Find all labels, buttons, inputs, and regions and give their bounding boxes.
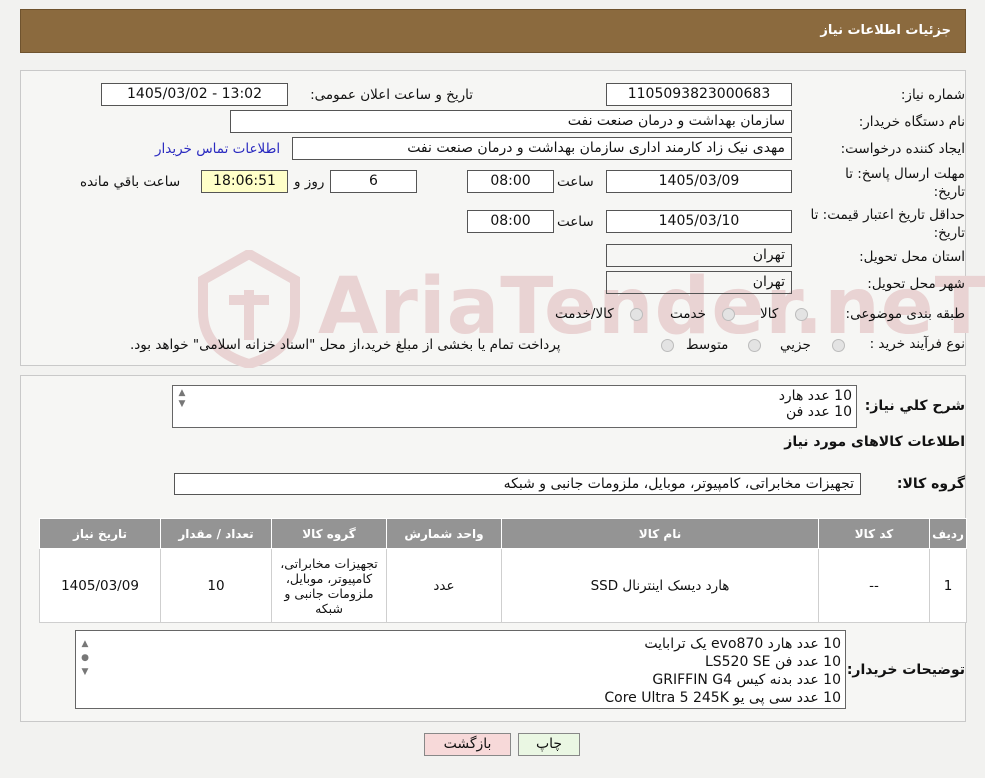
deadline-label-cont: تاریخ: xyxy=(933,184,965,200)
process-option-minor: جزیي xyxy=(780,337,811,353)
requester-label: ایجاد کننده درخواست: xyxy=(840,141,965,157)
process-note: پرداخت تمام یا بخشی از مبلغ خرید،از محل … xyxy=(130,337,561,353)
cell-quantity: 10 xyxy=(160,548,272,623)
goods-group-label: گروه کالا: xyxy=(896,476,965,492)
validity-time-field: 08:00 xyxy=(467,210,554,233)
buyer-label: نام دستگاه خریدار: xyxy=(858,114,965,130)
province-label: استان محل تحویل: xyxy=(859,249,965,265)
page-header: جزئیات اطلاعات نیاز xyxy=(20,9,966,53)
buyer-note-line: 10 عدد هارد evo870 یک ترابایت xyxy=(644,636,841,652)
announce-label: تاریخ و ساعت اعلان عمومی: xyxy=(310,87,473,103)
header-goods-name: نام کالا xyxy=(501,518,819,549)
header-goods-group: گروه کالا xyxy=(271,518,387,549)
goods-table: ردیف کد کالا نام کالا واحد شمارش گروه کا… xyxy=(39,518,967,623)
need-number-field: 1105093823000683 xyxy=(606,83,792,106)
summary-line: 10 عدد هارد xyxy=(778,388,852,404)
buyer-note-line: 10 عدد فن LS520 SE xyxy=(704,654,841,670)
validity-time-label: ساعت xyxy=(557,214,594,230)
page-title: جزئیات اطلاعات نیاز xyxy=(820,23,951,38)
process-radio-treasury[interactable] xyxy=(661,339,674,352)
header-row-number: ردیف xyxy=(929,518,967,549)
validity-label: حداقل تاریخ اعتبار قیمت: تا xyxy=(810,207,965,223)
header-quantity: تعداد / مقدار xyxy=(160,518,272,549)
buyer-contact-link[interactable]: اطلاعات تماس خریدار xyxy=(155,141,280,157)
buyer-note-line: 10 عدد بدنه کیس GRIFFIN G4 xyxy=(652,672,841,688)
remaining-time-field: 18:06:51 xyxy=(201,170,288,193)
process-label: نوع فرآیند خرید : xyxy=(869,336,965,352)
summary-scrollbar[interactable]: ▲ ▼ xyxy=(175,388,189,410)
cell-unit: عدد xyxy=(386,548,502,623)
print-button[interactable]: چاپ xyxy=(518,733,580,756)
validity-label-cont: تاریخ: xyxy=(933,225,965,241)
buyer-field: سازمان بهداشت و درمان صنعت نفت xyxy=(230,110,792,133)
summary-label: شرح كلي نياز: xyxy=(864,398,965,414)
cell-goods-code: -- xyxy=(818,548,930,623)
category-option-service: خدمت xyxy=(670,306,706,322)
table-header-row: ردیف کد کالا نام کالا واحد شمارش گروه کا… xyxy=(39,518,967,549)
city-field: تهران xyxy=(606,271,792,294)
header-unit: واحد شمارش xyxy=(386,518,502,549)
deadline-date-field: 1405/03/09 xyxy=(606,170,792,193)
validity-date-field: 1405/03/10 xyxy=(606,210,792,233)
deadline-time-label: ساعت xyxy=(557,174,594,190)
cell-row-number: 1 xyxy=(929,548,967,623)
summary-line: 10 عدد فن xyxy=(785,404,852,420)
goods-section-title: اطلاعات کالاهای مورد نیاز xyxy=(784,434,965,450)
cell-need-date: 1405/03/09 xyxy=(39,548,161,623)
summary-textarea[interactable]: ▲ ▼ 10 عدد هارد 10 عدد فن xyxy=(172,385,857,428)
process-option-medium: متوسط xyxy=(686,337,729,353)
category-label: طبقه بندی موضوعی: xyxy=(845,306,965,322)
city-label: شهر محل تحویل: xyxy=(867,276,965,292)
goods-group-field: تجهیزات مخابراتی، کامپیوتر، موبایل، ملزو… xyxy=(174,473,861,495)
deadline-label: مهلت ارسال پاسخ: تا xyxy=(845,166,965,182)
cell-goods-group: تجهیزات مخابراتی، کامپیوتر، موبایل، ملزو… xyxy=(271,548,387,623)
deadline-time-field: 08:00 xyxy=(467,170,554,193)
days-label: روز و xyxy=(294,174,325,190)
header-goods-code: کد کالا xyxy=(818,518,930,549)
buyer-notes-scrollbar[interactable]: ▲ ● ▼ xyxy=(78,637,92,679)
province-field: تهران xyxy=(606,244,792,267)
category-radio-goods[interactable] xyxy=(795,308,808,321)
category-option-goods: کالا xyxy=(760,306,779,322)
process-radio-minor[interactable] xyxy=(832,339,845,352)
need-number-label: شماره نیاز: xyxy=(900,87,965,103)
announce-field: 1405/03/02 - 13:02 xyxy=(101,83,288,106)
category-radio-service[interactable] xyxy=(722,308,735,321)
back-button[interactable]: بازگشت xyxy=(424,733,511,756)
table-row: 1 -- هارد دیسک اینترنال SSD عدد تجهیزات … xyxy=(39,548,967,623)
buyer-note-line: 10 عدد سی پی یو Core Ultra 5 245K xyxy=(604,690,841,706)
category-option-goods-service: کالا/خدمت xyxy=(555,306,614,322)
buyer-notes-textarea[interactable]: ▲ ● ▼ 10 عدد هارد evo870 یک ترابایت 10 عدد… xyxy=(75,630,846,709)
requester-field: مهدی نیک زاد کارمند اداری سازمان بهداشت … xyxy=(292,137,792,160)
days-remaining-field: 6 xyxy=(330,170,417,193)
remaining-time-label: ساعت باقي مانده xyxy=(80,174,181,190)
category-radio-goods-service[interactable] xyxy=(630,308,643,321)
process-radio-medium[interactable] xyxy=(748,339,761,352)
header-need-date: تاریخ نیاز xyxy=(39,518,161,549)
cell-goods-name: هارد دیسک اینترنال SSD xyxy=(501,548,819,623)
buyer-notes-label: توضیحات خریدار: xyxy=(846,662,965,678)
